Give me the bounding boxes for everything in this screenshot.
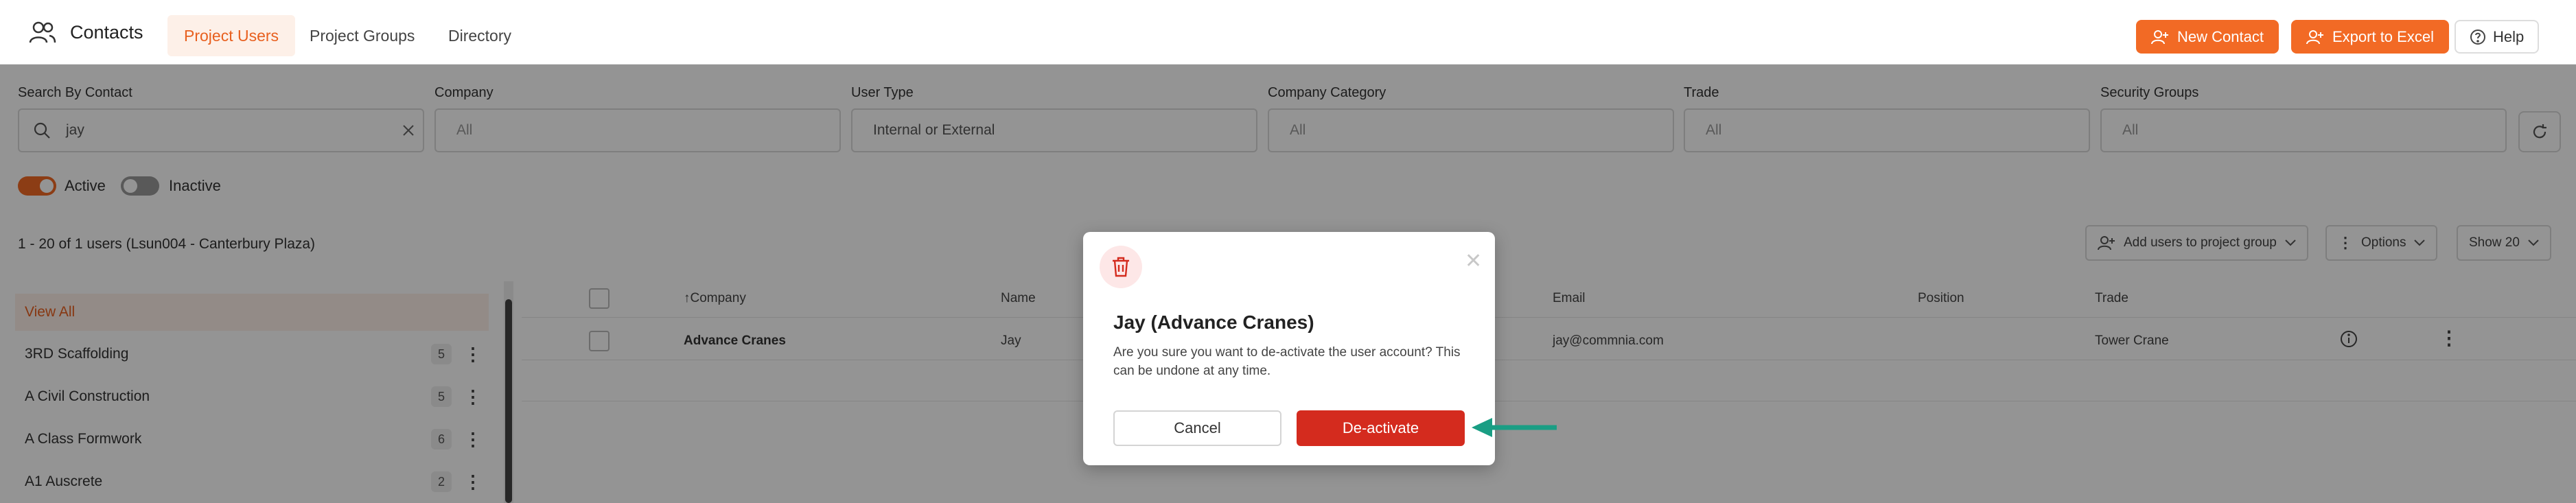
deactivate-button[interactable]: De-activate [1297, 410, 1465, 446]
export-icon [2306, 30, 2323, 44]
trash-icon-container [1100, 246, 1142, 288]
tab-directory[interactable]: Directory [432, 15, 528, 56]
new-contact-button[interactable]: New Contact [2136, 20, 2279, 54]
contacts-icon [29, 21, 56, 43]
new-contact-label: New Contact [2177, 27, 2264, 45]
tab-project-users[interactable]: Project Users [167, 15, 296, 56]
trash-icon [1113, 257, 1129, 277]
cancel-button[interactable]: Cancel [1113, 410, 1281, 446]
tab-project-groups[interactable]: Project Groups [293, 15, 431, 56]
export-to-excel-button[interactable]: Export to Excel [2291, 20, 2449, 54]
export-label: Export to Excel [2332, 27, 2434, 45]
add-user-icon [2151, 30, 2168, 44]
help-label: Help [2493, 27, 2525, 45]
close-icon[interactable]: ✕ [1465, 251, 1482, 272]
annotation-arrow-icon [1472, 418, 1557, 437]
deactivate-dialog: ✕ Jay (Advance Cranes) Are you sure you … [1083, 232, 1495, 465]
top-bar: Contacts Project Users Project Groups Di… [0, 0, 2576, 65]
page-title: Contacts [70, 21, 143, 43]
brand: Contacts [29, 21, 143, 44]
help-icon [2470, 29, 2485, 45]
dialog-message: Are you sure you want to de-activate the… [1113, 345, 1461, 378]
dialog-title: Jay (Advance Cranes) [1113, 312, 1314, 333]
help-button[interactable]: Help [2455, 20, 2540, 54]
